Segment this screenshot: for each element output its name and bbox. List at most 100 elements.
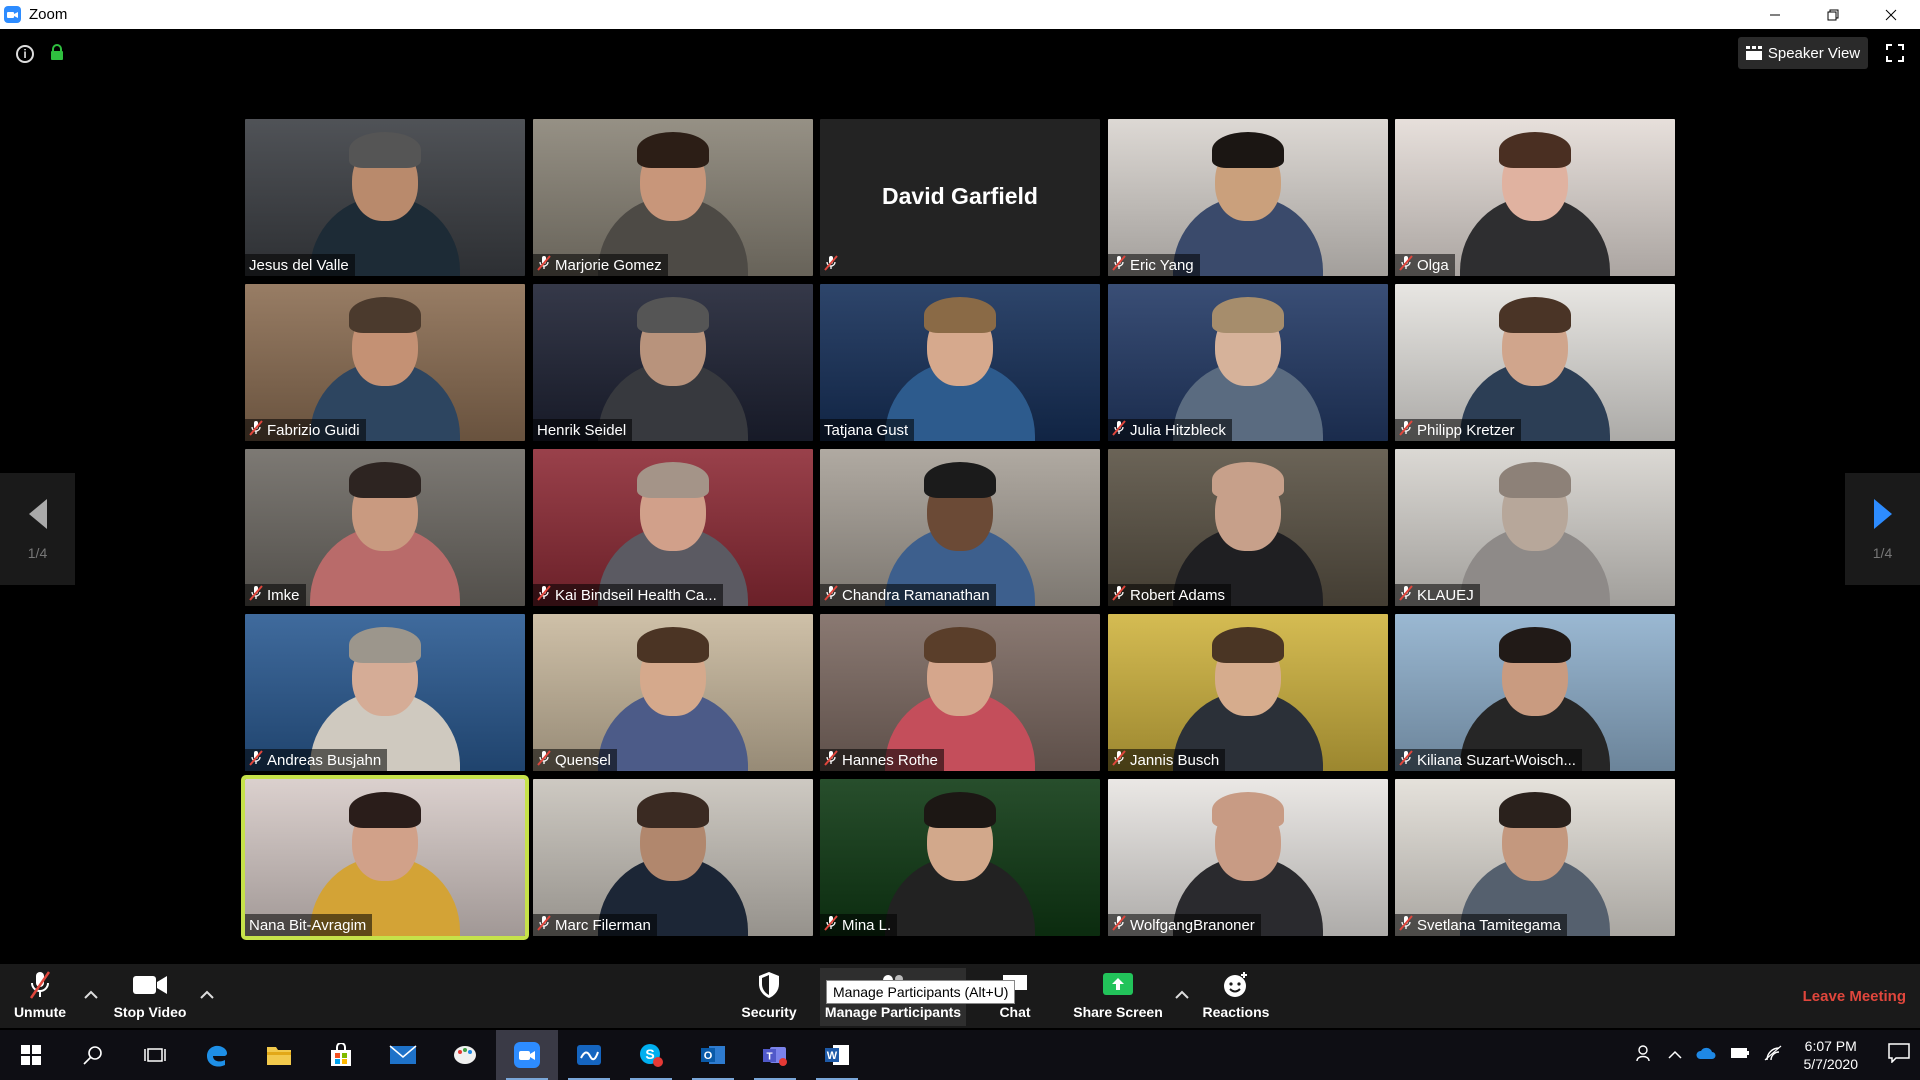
muted-mic-icon bbox=[1112, 915, 1126, 935]
meeting-info-icon[interactable]: i bbox=[16, 45, 34, 63]
clock-time: 6:07 PM bbox=[1804, 1038, 1857, 1054]
participant-name: Mina L. bbox=[842, 916, 892, 934]
clock-date: 5/7/2020 bbox=[1803, 1056, 1859, 1072]
participant-video-tile[interactable]: Julia Hitzbleck bbox=[1108, 284, 1388, 441]
leave-meeting-button[interactable]: Leave Meeting bbox=[1803, 988, 1906, 1005]
stop-video-button[interactable]: Stop Video bbox=[110, 968, 190, 1026]
participant-video-tile[interactable]: Fabrizio Guidi bbox=[245, 284, 525, 441]
muted-mic-icon bbox=[249, 420, 263, 440]
zoom-icon[interactable] bbox=[496, 1030, 558, 1080]
participant-video-tile[interactable]: Robert Adams bbox=[1108, 449, 1388, 606]
participant-name: Svetlana Tamitegama bbox=[1417, 916, 1561, 934]
participant-hair bbox=[1212, 297, 1284, 333]
restore-button[interactable] bbox=[1804, 0, 1862, 29]
participant-video-tile[interactable]: Svetlana Tamitegama bbox=[1395, 779, 1675, 936]
search-icon[interactable] bbox=[62, 1030, 124, 1080]
participant-video-tile[interactable]: Imke bbox=[245, 449, 525, 606]
participant-video-tile[interactable]: Marjorie Gomez bbox=[533, 119, 813, 276]
share-screen-label: Share Screen bbox=[1073, 1004, 1163, 1020]
skype-icon[interactable]: S bbox=[620, 1030, 682, 1080]
minimize-button[interactable] bbox=[1746, 0, 1804, 29]
participant-hair bbox=[637, 132, 709, 168]
fullscreen-icon[interactable] bbox=[1886, 44, 1904, 67]
participant-video-tile[interactable]: Kai Bindseil Health Ca... bbox=[533, 449, 813, 606]
word-icon[interactable]: W bbox=[806, 1030, 868, 1080]
share-screen-button[interactable]: Share Screen bbox=[1070, 968, 1166, 1026]
participant-name: Henrik Seidel bbox=[537, 421, 627, 439]
teams-icon[interactable]: T bbox=[744, 1030, 806, 1080]
participant-video-tile[interactable]: Jesus del Valle bbox=[245, 119, 525, 276]
shield-icon bbox=[759, 972, 779, 998]
next-page-button[interactable]: 1/4 bbox=[1845, 473, 1920, 585]
participant-video-tile[interactable]: Chandra Ramanathan bbox=[820, 449, 1100, 606]
participant-video-tile[interactable]: Henrik Seidel bbox=[533, 284, 813, 441]
chat-label: Chat bbox=[999, 1004, 1031, 1020]
edge-icon[interactable] bbox=[186, 1030, 248, 1080]
speaker-view-button[interactable]: Speaker View bbox=[1738, 37, 1868, 69]
share-options-caret-icon[interactable] bbox=[1175, 986, 1189, 1002]
encryption-lock-icon[interactable] bbox=[50, 44, 64, 65]
muted-mic-icon bbox=[249, 750, 263, 770]
gallery-grid: Jesus del Valle Marjorie Gomez David Garfi… bbox=[241, 119, 1676, 940]
participant-video-tile[interactable]: Philipp Kretzer bbox=[1395, 284, 1675, 441]
participant-name-label bbox=[820, 254, 844, 276]
participant-hair bbox=[637, 792, 709, 828]
action-center-icon[interactable] bbox=[1888, 1042, 1910, 1068]
window-title: Zoom bbox=[29, 6, 68, 23]
show-hidden-icons-icon[interactable] bbox=[1667, 1046, 1682, 1064]
muted-mic-icon bbox=[537, 915, 551, 935]
participant-name: Marc Filerman bbox=[555, 916, 651, 934]
windows-taskbar: S O T W 6:07 PM 5/7/2020 bbox=[0, 1030, 1920, 1080]
reactions-button[interactable]: Reactions bbox=[1200, 968, 1272, 1026]
participant-video-tile[interactable]: Tatjana Gust bbox=[820, 284, 1100, 441]
mail-icon[interactable] bbox=[372, 1030, 434, 1080]
paint-icon[interactable] bbox=[434, 1030, 496, 1080]
participant-name: Philipp Kretzer bbox=[1417, 421, 1515, 439]
participant-video-tile[interactable]: Marc Filerman bbox=[533, 779, 813, 936]
participant-video-tile[interactable]: Hannes Rothe bbox=[820, 614, 1100, 771]
participant-name: Jesus del Valle bbox=[249, 256, 349, 274]
participant-video-tile[interactable]: KLAUEJ bbox=[1395, 449, 1675, 606]
security-label: Security bbox=[741, 1004, 797, 1020]
security-button[interactable]: Security bbox=[736, 968, 802, 1026]
participant-video-tile[interactable]: Quensel bbox=[533, 614, 813, 771]
participant-video-tile[interactable]: Eric Yang bbox=[1108, 119, 1388, 276]
participant-name: Kai Bindseil Health Ca... bbox=[555, 586, 717, 604]
participant-video-tile[interactable]: WolfgangBranoner bbox=[1108, 779, 1388, 936]
participant-video-tile[interactable]: Mina L. bbox=[820, 779, 1100, 936]
taskbar-clock[interactable]: 6:07 PM 5/7/2020 bbox=[1804, 1037, 1859, 1073]
participant-video-tile[interactable]: Nana Bit-Avragim bbox=[241, 775, 529, 940]
svg-text:O: O bbox=[704, 1050, 713, 1062]
whiteboard-icon[interactable] bbox=[558, 1030, 620, 1080]
start-icon[interactable] bbox=[0, 1030, 62, 1080]
participant-name-label: Philipp Kretzer bbox=[1395, 419, 1521, 441]
task-view-icon[interactable] bbox=[124, 1030, 186, 1080]
previous-page-button[interactable]: 1/4 bbox=[0, 473, 75, 585]
participant-name: Andreas Busjahn bbox=[267, 751, 382, 769]
video-options-caret-icon[interactable] bbox=[200, 986, 214, 1002]
people-icon[interactable] bbox=[1635, 1044, 1654, 1067]
participant-video-tile[interactable]: Andreas Busjahn bbox=[245, 614, 525, 771]
participant-hair bbox=[1212, 132, 1284, 168]
close-window-button[interactable] bbox=[1862, 0, 1920, 29]
outlook-icon[interactable]: O bbox=[682, 1030, 744, 1080]
battery-icon[interactable] bbox=[1730, 1046, 1750, 1064]
window-title-bar: Zoom bbox=[0, 0, 1920, 29]
store-icon[interactable] bbox=[310, 1030, 372, 1080]
wifi-icon[interactable] bbox=[1764, 1045, 1782, 1066]
participant-name: Julia Hitzbleck bbox=[1130, 421, 1226, 439]
participant-video-tile[interactable]: Jannis Busch bbox=[1108, 614, 1388, 771]
audio-options-caret-icon[interactable] bbox=[84, 986, 98, 1002]
unmute-button[interactable]: Unmute bbox=[10, 968, 70, 1026]
participant-name-label: Andreas Busjahn bbox=[245, 749, 388, 771]
page-indicator-right: 1/4 bbox=[1872, 545, 1893, 561]
participant-video-tile[interactable]: Olga bbox=[1395, 119, 1675, 276]
participant-name-label: Chandra Ramanathan bbox=[820, 584, 996, 606]
participant-name-label: Jesus del Valle bbox=[245, 254, 355, 276]
file-explorer-icon[interactable] bbox=[248, 1030, 310, 1080]
onedrive-icon[interactable] bbox=[1695, 1046, 1716, 1065]
participant-video-tile[interactable]: Kiliana Suzart-Woisch... bbox=[1395, 614, 1675, 771]
participant-video-tile[interactable]: David Garfield bbox=[820, 119, 1100, 276]
participant-name: Eric Yang bbox=[1130, 256, 1194, 274]
speaker-view-label: Speaker View bbox=[1767, 44, 1861, 62]
